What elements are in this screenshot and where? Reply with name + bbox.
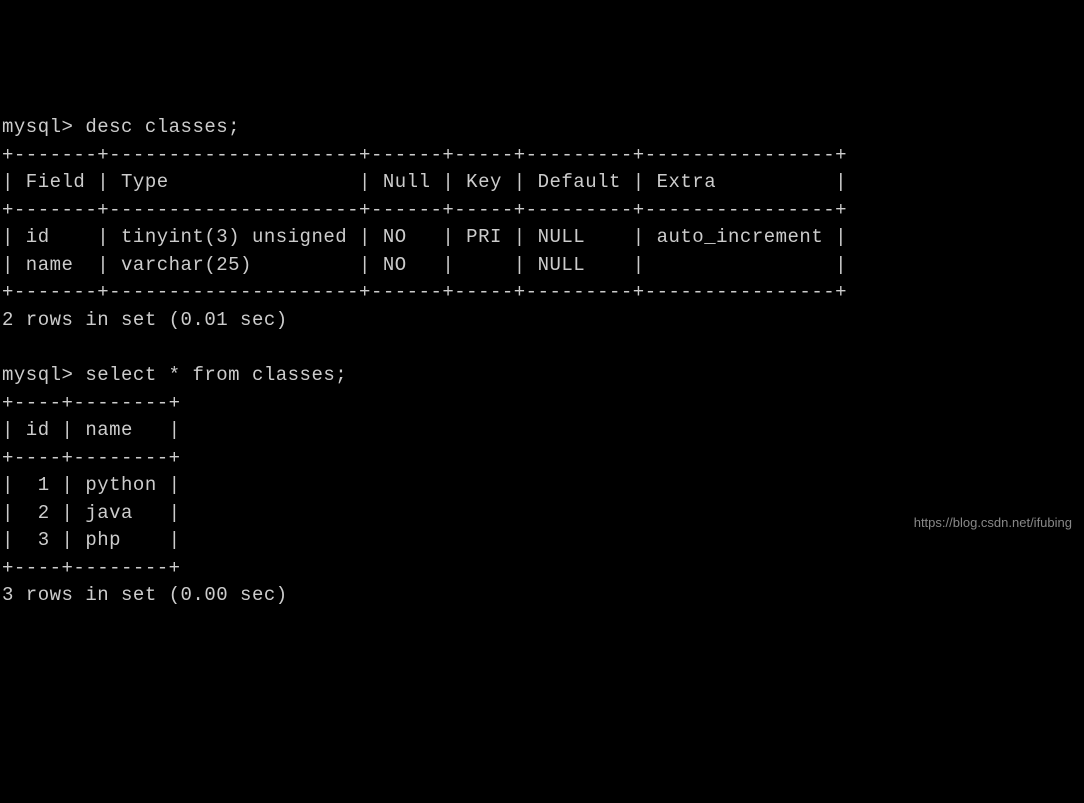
- desc-table-row: | name | varchar(25) | NO | | NULL | |: [2, 254, 847, 276]
- select-status: 3 rows in set (0.00 sec): [2, 584, 288, 606]
- desc-table-row: | id | tinyint(3) unsigned | NO | PRI | …: [2, 226, 847, 248]
- mysql-prompt: mysql>: [2, 364, 73, 386]
- select-table-header: | id | name |: [2, 419, 181, 441]
- mysql-prompt: mysql>: [2, 116, 73, 138]
- watermark-text: https://blog.csdn.net/ifubing: [914, 514, 1072, 533]
- desc-table-border-mid: +-------+---------------------+------+--…: [2, 199, 847, 221]
- desc-table-border-bot: +-------+---------------------+------+--…: [2, 281, 847, 303]
- desc-command: desc classes;: [85, 116, 240, 138]
- desc-table-border-top: +-------+---------------------+------+--…: [2, 144, 847, 166]
- select-table-border-bot: +----+--------+: [2, 557, 181, 579]
- terminal-output: mysql> desc classes; +-------+----------…: [2, 114, 1082, 610]
- desc-table-header: | Field | Type | Null | Key | Default | …: [2, 171, 847, 193]
- select-table-row: | 3 | php |: [2, 529, 181, 551]
- select-table-border-top: +----+--------+: [2, 392, 181, 414]
- select-table-border-mid: +----+--------+: [2, 447, 181, 469]
- select-table-row: | 1 | python |: [2, 474, 181, 496]
- desc-status: 2 rows in set (0.01 sec): [2, 309, 288, 331]
- select-table-row: | 2 | java |: [2, 502, 181, 524]
- select-command: select * from classes;: [85, 364, 347, 386]
